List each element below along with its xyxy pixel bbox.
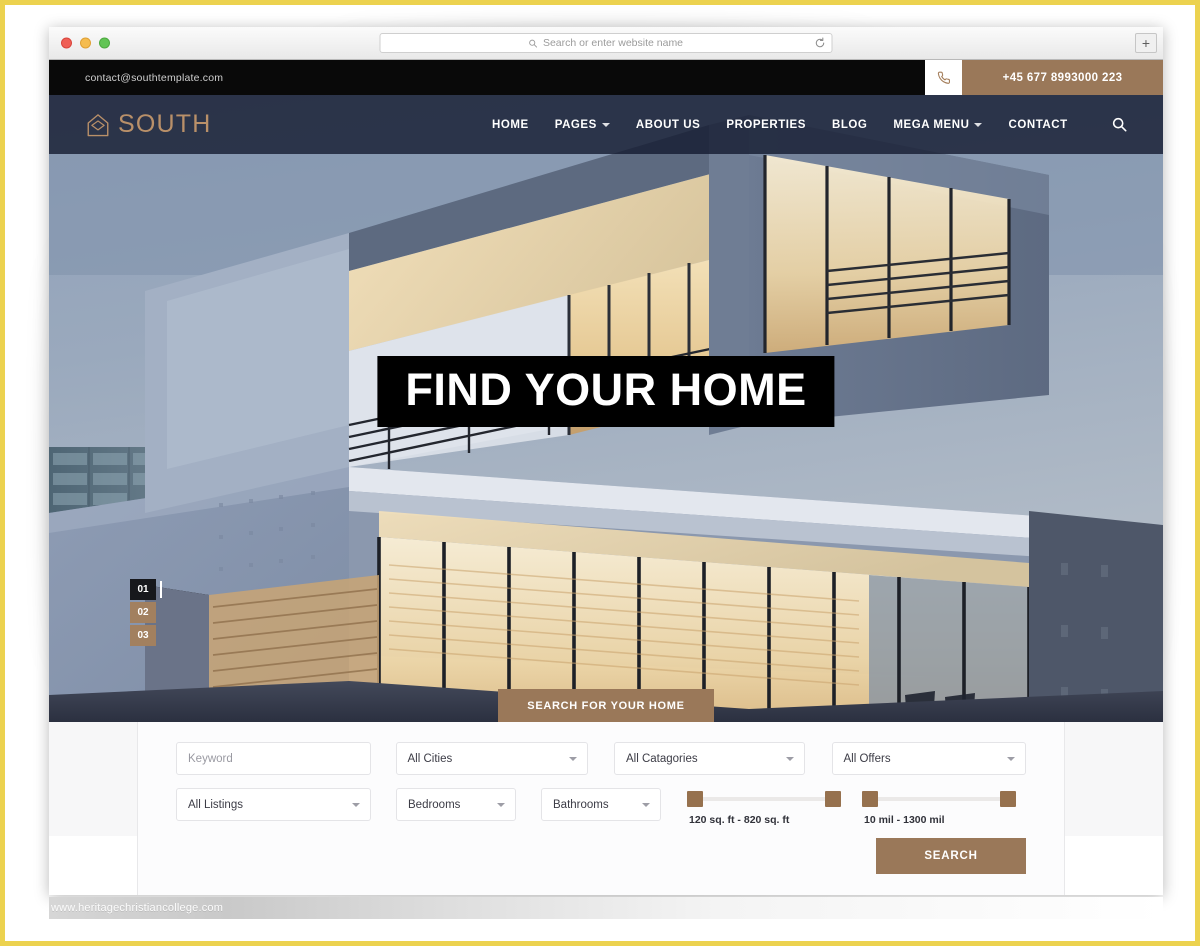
area-range-label: 120 sq. ft - 820 sq. ft [689,814,790,826]
reload-icon[interactable] [815,37,826,49]
chevron-down-icon [642,803,650,807]
screenshot-frame: Search or enter website name + contact@s… [0,0,1200,946]
nav-item-properties[interactable]: PROPERTIES [713,119,819,131]
keyword-input[interactable]: Keyword [176,742,371,775]
nav-item-contact[interactable]: CONTACT [995,119,1080,131]
nav-label: PROPERTIES [726,118,806,131]
hero-title: FIND YOUR HOME [405,364,807,415]
hero-title-banner: FIND YOUR HOME [377,356,835,427]
nav-item-pages[interactable]: PAGES [542,119,623,131]
listings-value: All Listings [188,798,243,811]
frame-inner: Search or enter website name + contact@s… [5,5,1195,941]
keyword-placeholder: Keyword [188,752,233,765]
chevron-down-icon [569,757,577,761]
price-range-label: 10 mil - 1300 mil [864,814,945,826]
search-form: Keyword All Cities All Catagories All Of… [137,722,1065,895]
slider-pagination: 01 02 03 [130,579,162,648]
page-viewport: contact@southtemplate.com +45 677 899300… [49,60,1163,895]
home-outline-icon [87,113,109,136]
price-range-slider[interactable]: 10 mil - 1300 mil [862,788,1016,826]
offers-select[interactable]: All Offers [831,742,1026,775]
slide-indicator-03[interactable]: 03 [130,625,156,646]
nav-label: ABOUT US [635,118,701,131]
cities-value: All Cities [407,752,453,765]
chevron-down-icon [497,803,505,807]
price-slider-handle-max[interactable] [1000,791,1016,807]
address-bar-inner: Search or enter website name [529,37,683,49]
categories-select[interactable]: All Catagories [614,742,805,775]
phone-number[interactable]: +45 677 8993000 223 [962,60,1163,95]
area-slider-handle-min[interactable] [687,791,703,807]
search-submit-row: SEARCH [176,838,1026,874]
address-bar[interactable]: Search or enter website name [379,33,833,53]
nav-label: MEGA MENU [893,118,970,131]
listings-select[interactable]: All Listings [176,788,371,821]
traffic-light-group [61,37,110,49]
bathrooms-value: Bathrooms [553,798,609,811]
cities-select[interactable]: All Cities [395,742,588,775]
price-slider-track[interactable] [862,791,1016,807]
chevron-down-icon [1007,757,1015,761]
categories-value: All Catagories [626,752,698,765]
nav-label: HOME [492,118,529,131]
slide-indicator-02[interactable]: 02 [130,602,156,623]
nav-label: BLOG [831,118,868,131]
browser-toolbar: Search or enter website name + [49,27,1163,60]
browser-window: Search or enter website name + contact@s… [49,27,1163,895]
nav-item-home[interactable]: HOME [479,119,542,131]
chevron-down-icon [974,122,983,127]
property-search-panel: Keyword All Cities All Catagories All Of… [49,722,1163,895]
bedrooms-select[interactable]: Bedrooms [396,788,516,821]
bedrooms-value: Bedrooms [408,798,461,811]
price-slider-handle-min[interactable] [862,791,878,807]
minimize-window-button[interactable] [80,37,91,49]
nav-menu: HOME PAGES ABOUT US PROPERTIES BLOG MEGA… [479,119,1081,131]
watermark-text: www.heritagechristiancollege.com [51,902,224,914]
brand-name: SOUTH [118,110,212,138]
phone-icon [925,60,962,95]
search-form-row-1: Keyword All Cities All Catagories All Of… [176,742,1026,775]
offers-value: All Offers [843,752,891,765]
close-window-button[interactable] [61,37,72,49]
chevron-down-icon [601,122,610,127]
nav-search-button[interactable] [1112,117,1127,132]
nav-item-mega-menu[interactable]: MEGA MENU [880,119,995,131]
maximize-window-button[interactable] [99,37,110,49]
nav-item-about-us[interactable]: ABOUT US [623,119,713,131]
search-button[interactable]: SEARCH [876,838,1026,874]
search-form-row-2: All Listings Bedrooms Bathrooms 120 sq. … [176,788,1026,826]
nav-label: CONTACT [1008,118,1068,131]
bathrooms-select[interactable]: Bathrooms [541,788,661,821]
address-bar-placeholder: Search or enter website name [542,37,684,49]
area-slider-track[interactable] [687,791,841,807]
slide-indicator-01[interactable]: 01 [130,579,162,600]
chevron-down-icon [785,757,794,761]
search-for-your-home-button[interactable]: SEARCH FOR YOUR HOME [498,689,714,722]
new-tab-button[interactable]: + [1135,33,1157,53]
search-icon [529,39,538,48]
area-slider-handle-max[interactable] [825,791,841,807]
site-logo[interactable]: SOUTH [85,110,212,139]
topbar-phone-group: +45 677 8993000 223 [925,60,1163,95]
nav-label: PAGES [554,118,597,131]
search-icon [1112,117,1127,132]
contact-email[interactable]: contact@southtemplate.com [85,72,223,84]
top-contact-bar: contact@southtemplate.com +45 677 899300… [49,60,1163,95]
watermark-bar: www.heritagechristiancollege.com [49,897,1163,919]
hero-slider: 01 02 03 FIND YOUR HOME SEARCH FOR YOUR … [49,95,1163,722]
area-range-slider[interactable]: 120 sq. ft - 820 sq. ft [687,788,841,826]
chevron-down-icon [352,803,360,807]
main-navbar: SOUTH HOME PAGES ABOUT US PROPERTIES BLO… [49,95,1163,154]
nav-item-blog[interactable]: BLOG [819,119,880,131]
